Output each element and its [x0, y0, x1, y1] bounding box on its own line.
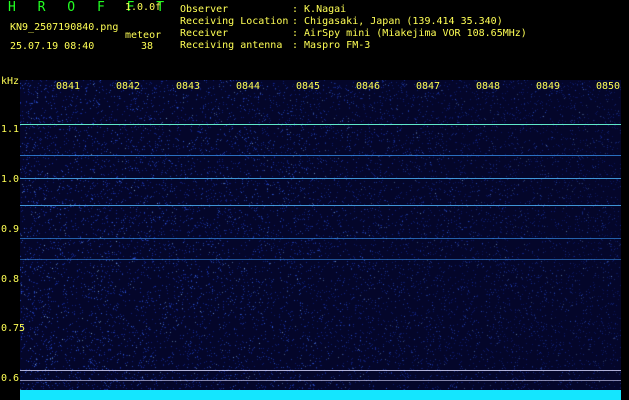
x-tick-label: 0849 — [536, 81, 561, 92]
signal-line — [20, 380, 621, 381]
y-tick-label: 1.1 — [1, 124, 20, 135]
filename-label: KN9_2507190840.png — [10, 22, 119, 33]
spectrogram-window: H R O F F T 1.0.0f KN9_2507190840.png me… — [0, 0, 629, 400]
info-value-antenna: : Maspro FM-3 — [292, 40, 371, 51]
y-tick-label: 0.6 — [1, 373, 20, 384]
signal-line — [20, 370, 621, 371]
info-label-receiver: Receiver — [180, 28, 229, 39]
x-tick-label: 0846 — [356, 81, 381, 92]
noise-field — [20, 80, 621, 392]
carrier-line — [20, 124, 621, 125]
y-tick-label: 1.0 — [1, 174, 20, 185]
info-label-location: Receiving Location — [180, 16, 289, 27]
x-tick-label: 0844 — [236, 81, 261, 92]
version-label: 1.0.0f — [125, 2, 162, 13]
bottom-band — [20, 390, 621, 400]
datetime-label: 25.07.19 08:40 — [10, 41, 95, 52]
x-tick-label: 0843 — [176, 81, 201, 92]
x-tick-label: 0850 — [596, 81, 621, 92]
spectrogram-plot — [20, 80, 621, 392]
count-label: 38 — [141, 41, 154, 52]
info-value-observer: : K.Nagai — [292, 4, 347, 15]
signal-line — [20, 205, 621, 206]
info-value-receiver: : AirSpy mini (Miakejima VOR 108.65MHz) — [292, 28, 527, 39]
y-axis-unit: kHz — [1, 76, 20, 87]
x-tick-label: 0842 — [116, 81, 141, 92]
y-tick-label: 0.9 — [1, 224, 20, 235]
y-tick-label: 0.8 — [1, 274, 20, 285]
signal-line — [20, 238, 621, 239]
info-value-location: : Chigasaki, Japan (139.414 35.340) — [292, 16, 503, 27]
signal-line — [20, 259, 621, 260]
x-tick-label: 0845 — [296, 81, 321, 92]
y-tick-label: 0.75 — [1, 323, 26, 334]
x-tick-label: 0847 — [416, 81, 441, 92]
signal-line — [20, 178, 621, 179]
x-tick-label: 0848 — [476, 81, 501, 92]
info-label-antenna: Receiving antenna — [180, 40, 283, 51]
signal-line — [20, 155, 621, 156]
info-label-observer: Observer — [180, 4, 229, 15]
x-tick-label: 0841 — [56, 81, 81, 92]
